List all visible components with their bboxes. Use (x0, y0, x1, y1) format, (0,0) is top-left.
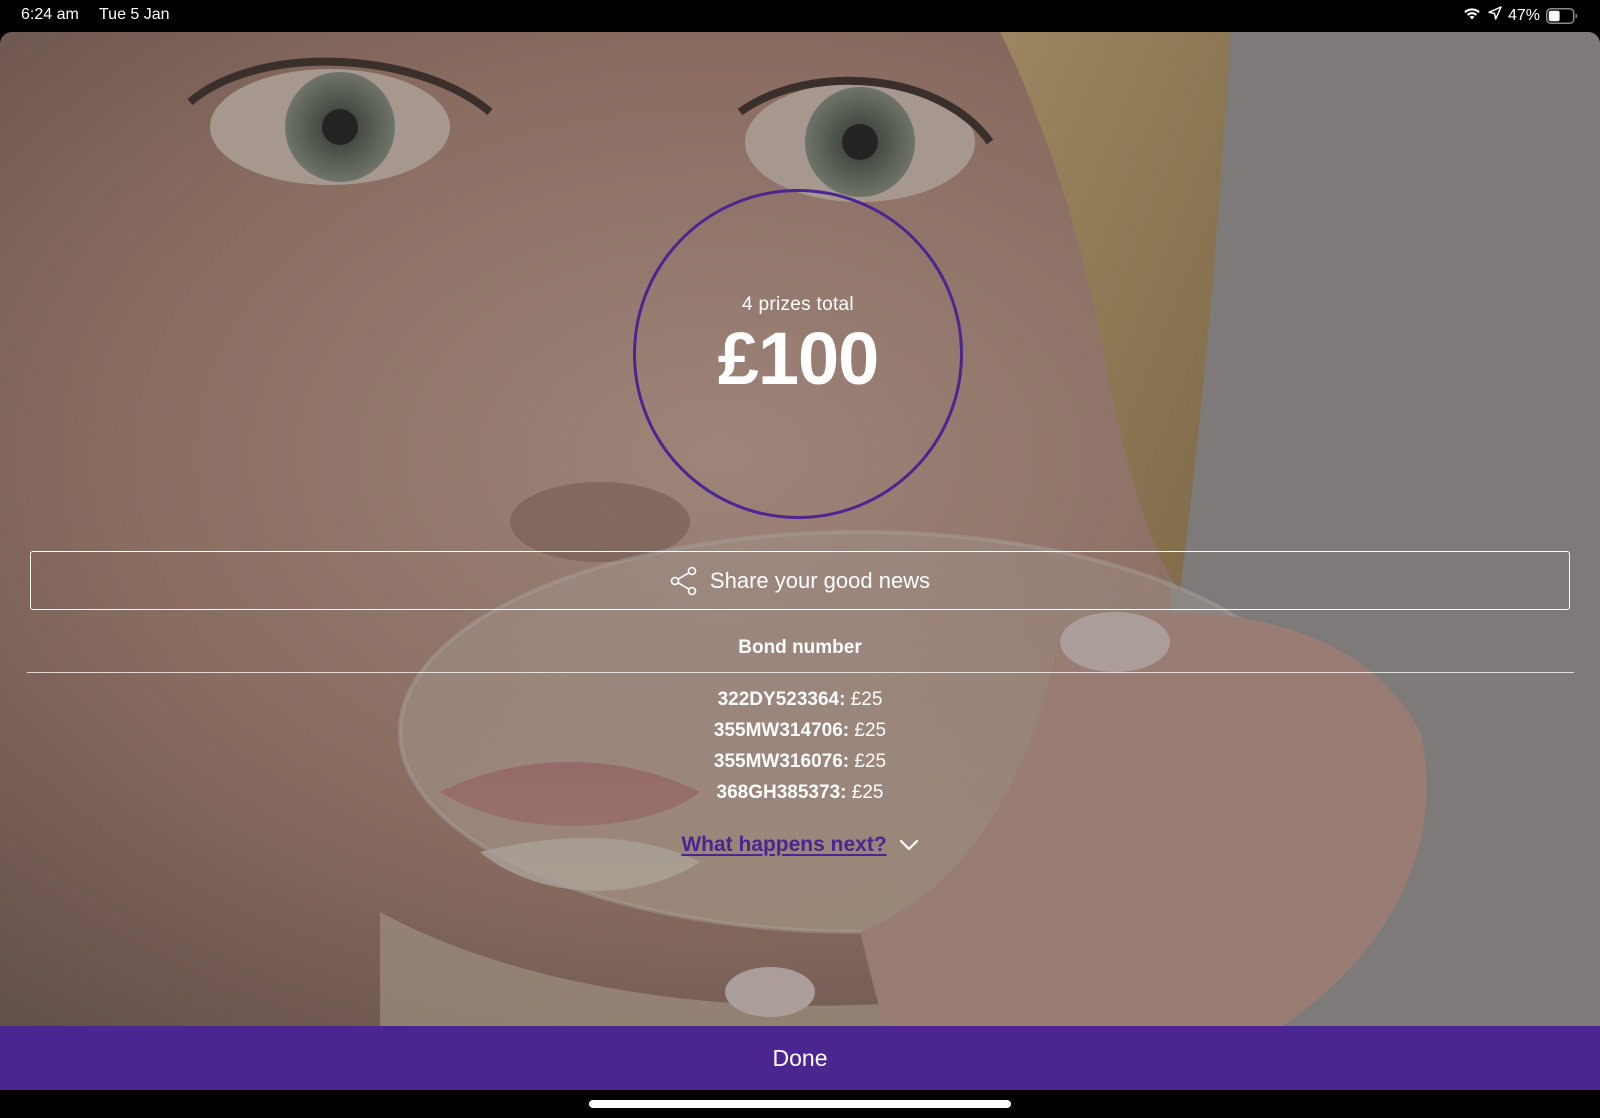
status-bar: 6:24 am Tue 5 Jan 47% (0, 0, 1600, 32)
done-button[interactable]: Done (0, 1026, 1600, 1090)
battery-percent: 47% (1507, 6, 1540, 24)
location-icon (1488, 6, 1502, 25)
bond-row: 368GH385373: £25 (0, 777, 1600, 808)
app-screen: 6:24 am Tue 5 Jan 47% 4 prizes total £10… (0, 0, 1600, 1118)
bond-list: 322DY523364: £25 355MW314706: £25 355MW3… (0, 684, 1600, 808)
bond-row: 355MW316076: £25 (0, 746, 1600, 777)
what-happens-next-section: What happens next? (0, 833, 1600, 857)
what-happens-next-link[interactable]: What happens next? (681, 833, 918, 857)
prize-count-label: 4 prizes total (742, 294, 854, 315)
what-happens-next-label: What happens next? (681, 833, 887, 856)
share-icon (670, 566, 698, 596)
chevron-down-icon (899, 839, 919, 851)
bond-number: 322DY523364: (717, 689, 846, 710)
bond-divider (27, 672, 1574, 673)
home-indicator[interactable] (589, 1100, 1011, 1108)
bond-number: 368GH385373: (716, 782, 847, 803)
bond-number: 355MW316076: (713, 751, 850, 772)
share-label: Share your good news (709, 567, 931, 593)
prize-total-amount: £100 (717, 317, 880, 400)
battery-icon (1546, 7, 1578, 24)
bond-prize-amount: £25 (850, 689, 883, 710)
bond-prize-amount: £25 (854, 751, 887, 772)
bond-number: 355MW314706: (713, 720, 850, 741)
bond-row: 355MW314706: £25 (0, 715, 1600, 746)
status-indicators: 47% (1462, 5, 1578, 26)
prize-total-circle: 4 prizes total £100 (633, 189, 963, 519)
bond-number-header: Bond number (738, 637, 862, 658)
wifi-icon (1462, 5, 1482, 26)
status-time: 6:24 am (21, 6, 79, 23)
bond-prize-amount: £25 (854, 720, 887, 741)
bond-row: 322DY523364: £25 (0, 684, 1600, 715)
bond-prize-amount: £25 (851, 782, 884, 803)
share-button[interactable]: Share your good news (30, 551, 1570, 610)
status-date: Tue 5 Jan (99, 6, 170, 23)
